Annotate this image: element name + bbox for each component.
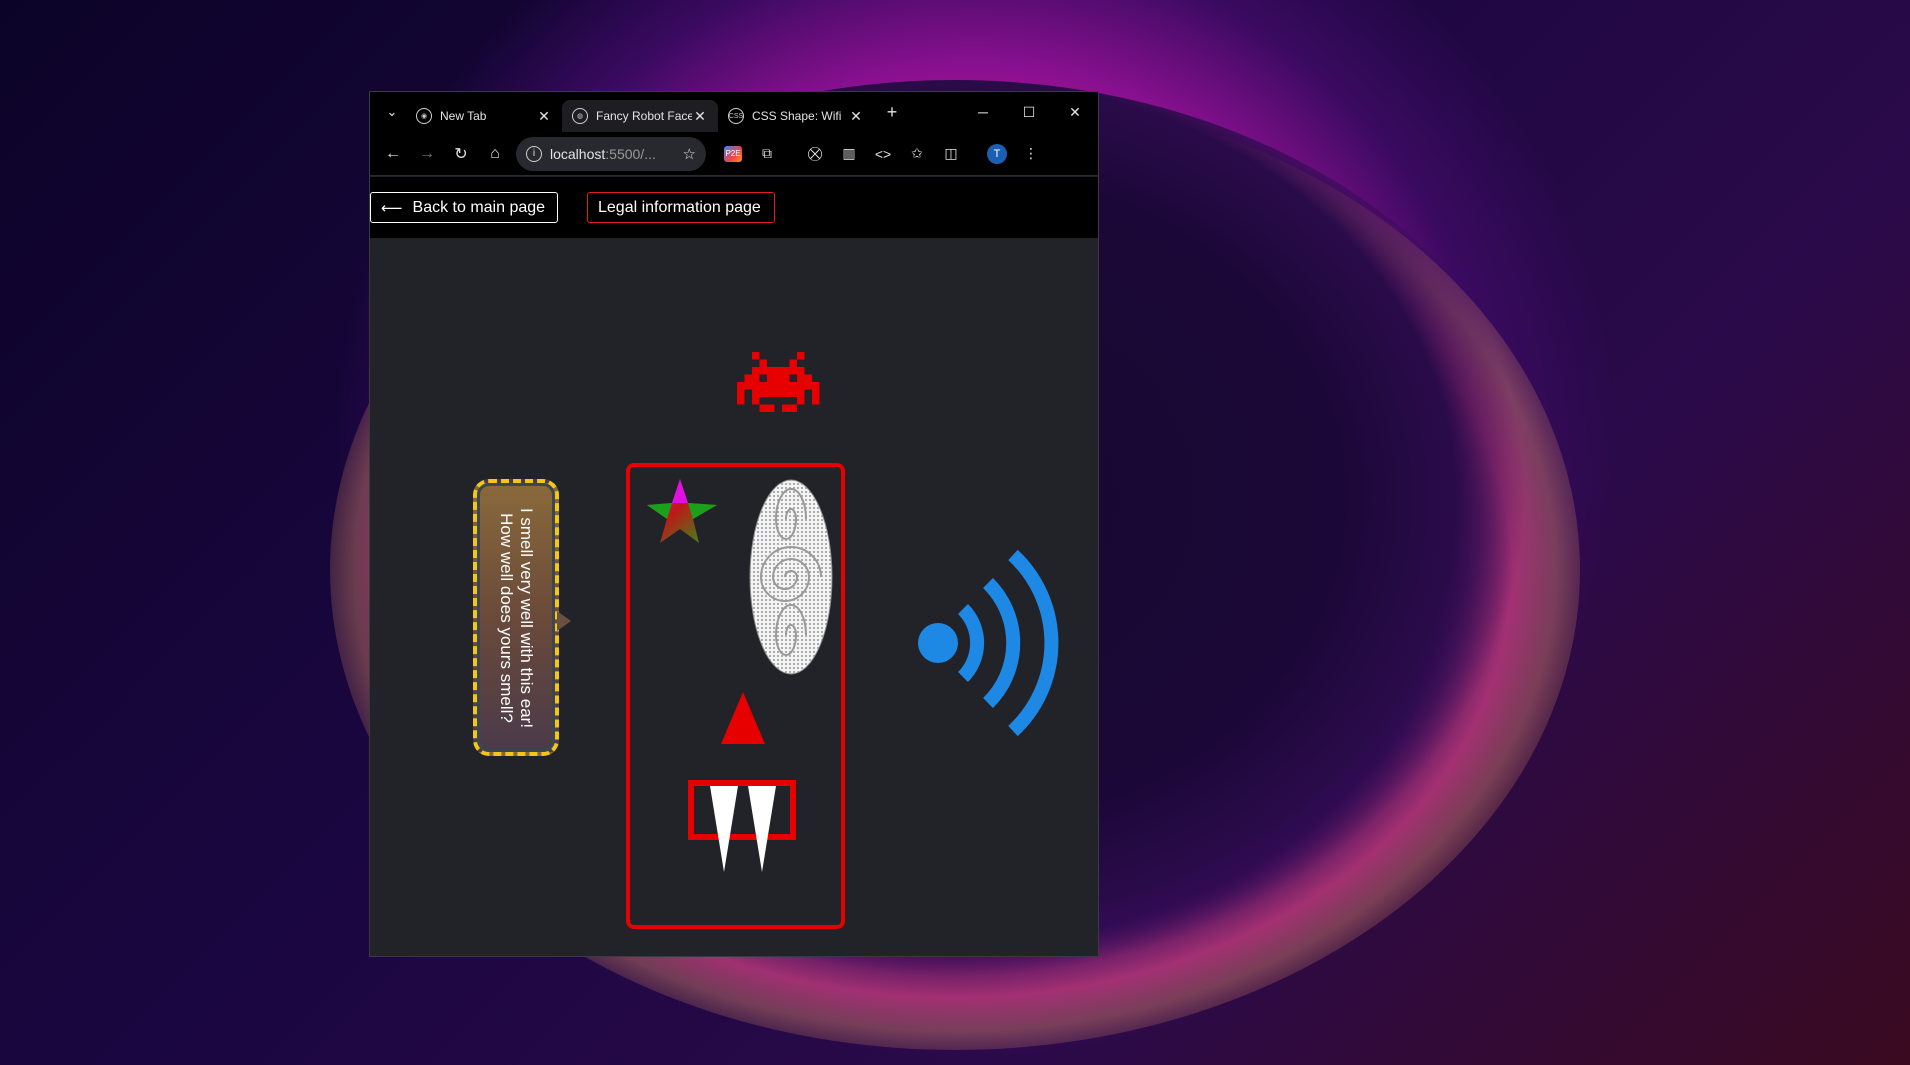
speech-bubble-text: I smell very well with this ear! How wel… bbox=[497, 507, 536, 728]
arrow-left-icon: ⟵ bbox=[381, 199, 403, 217]
swirl-eye-icon bbox=[749, 479, 833, 675]
tab-new-tab[interactable]: ◉ New Tab ✕ bbox=[406, 100, 562, 132]
address-bar[interactable]: i localhost:5500/... ☆ bbox=[516, 136, 706, 171]
star-plus-icon: ✩ bbox=[911, 145, 923, 161]
extensions-menu-button[interactable]: ⧉ bbox=[750, 137, 784, 171]
page-nav-bar: ⟵ Back to main page Legal information pa… bbox=[370, 177, 1098, 238]
legal-button-label: Legal information page bbox=[598, 198, 761, 216]
back-nav-button[interactable]: ← bbox=[376, 137, 410, 171]
code-icon: <> bbox=[874, 145, 892, 162]
reload-button[interactable]: ↻ bbox=[444, 137, 478, 171]
tab-title: New Tab bbox=[440, 109, 487, 123]
extension-button[interactable]: P2E bbox=[716, 137, 750, 171]
back-to-main-button[interactable]: ⟵ Back to main page bbox=[370, 192, 558, 223]
space-invader-icon bbox=[736, 352, 820, 412]
triangle-nose bbox=[721, 692, 765, 744]
incognito-icon: ⛒ bbox=[807, 145, 823, 161]
minimize-icon: ─ bbox=[978, 104, 988, 120]
close-icon[interactable]: ✕ bbox=[848, 108, 864, 125]
chrome-icon: ◉ bbox=[416, 108, 432, 124]
tab-title: Fancy Robot Face bbox=[596, 109, 692, 123]
tab-strip: ⌄ ◉ New Tab ✕ ◍ Fancy Robot Face ✕ CSS C… bbox=[370, 92, 1098, 132]
profile-button[interactable]: T bbox=[980, 137, 1014, 171]
css-icon: CSS bbox=[728, 108, 744, 124]
robot-face bbox=[626, 463, 845, 929]
close-icon: ✕ bbox=[1069, 103, 1081, 120]
fang-left bbox=[710, 786, 738, 872]
chevron-down-icon: ⌄ bbox=[386, 104, 398, 119]
close-window-button[interactable]: ✕ bbox=[1052, 92, 1098, 132]
minimize-button[interactable]: ─ bbox=[960, 92, 1006, 132]
browser-window: ⌄ ◉ New Tab ✕ ◍ Fancy Robot Face ✕ CSS C… bbox=[369, 91, 1099, 957]
wifi-ear-icon bbox=[918, 549, 1059, 737]
url-host: localhost bbox=[550, 145, 606, 162]
maximize-button[interactable]: ☐ bbox=[1006, 92, 1052, 132]
legal-info-button[interactable]: Legal information page bbox=[587, 192, 775, 223]
devtools-button[interactable]: <> bbox=[866, 137, 900, 171]
browser-toolbar: ← → ↻ ⌂ i localhost:5500/... ☆ P2E ⧉ ⛒ ▥… bbox=[370, 132, 1098, 176]
menu-button[interactable]: ⋮ bbox=[1014, 137, 1048, 171]
kebab-menu-icon: ⋮ bbox=[1024, 145, 1038, 161]
fang-right bbox=[748, 786, 776, 872]
arrow-right-icon: → bbox=[419, 144, 435, 162]
star-eye-icon bbox=[647, 479, 717, 543]
close-icon[interactable]: ✕ bbox=[692, 108, 708, 125]
globe-icon: ◍ bbox=[572, 108, 588, 124]
tab-fancy-robot-face[interactable]: ◍ Fancy Robot Face ✕ bbox=[562, 100, 718, 132]
puzzle-icon: ⧉ bbox=[762, 145, 772, 161]
speech-bubble-ear: I smell very well with this ear! How wel… bbox=[473, 479, 571, 756]
side-panel-button[interactable]: ◫ bbox=[934, 137, 968, 171]
url-rest: :5500/... bbox=[605, 145, 656, 162]
reload-icon: ↻ bbox=[454, 145, 468, 163]
reading-mode-button[interactable]: ▥ bbox=[832, 137, 866, 171]
side-panel-icon: ◫ bbox=[944, 145, 958, 161]
tab-title: CSS Shape: Wifi bbox=[752, 109, 842, 123]
home-button[interactable]: ⌂ bbox=[478, 137, 512, 171]
site-info-icon[interactable]: i bbox=[526, 145, 542, 162]
arrow-left-icon: ← bbox=[385, 144, 401, 162]
tab-search-button[interactable]: ⌄ bbox=[378, 98, 406, 126]
favorites-button[interactable]: ✩ bbox=[900, 137, 934, 171]
extension-icon: P2E bbox=[724, 145, 742, 162]
close-icon[interactable]: ✕ bbox=[536, 108, 552, 125]
home-icon: ⌂ bbox=[490, 144, 500, 162]
fanged-mouth bbox=[688, 780, 796, 872]
book-icon: ▥ bbox=[842, 145, 856, 161]
address-url: localhost:5500/... bbox=[550, 146, 683, 162]
window-controls: ─ ☐ ✕ bbox=[960, 92, 1098, 132]
bookmark-star-icon[interactable]: ☆ bbox=[683, 145, 696, 163]
speech-bubble-tail bbox=[557, 611, 571, 631]
page-viewport: ⟵ Back to main page Legal information pa… bbox=[370, 177, 1098, 956]
plus-icon: + bbox=[886, 101, 898, 122]
maximize-icon: ☐ bbox=[1022, 103, 1036, 120]
back-button-label: Back to main page bbox=[412, 198, 546, 216]
tab-css-shape-wifi[interactable]: CSS CSS Shape: Wifi ✕ bbox=[718, 100, 874, 132]
incognito-button[interactable]: ⛒ bbox=[798, 137, 832, 171]
forward-nav-button[interactable]: → bbox=[410, 137, 444, 171]
avatar: T bbox=[987, 143, 1007, 164]
new-tab-button[interactable]: + bbox=[878, 98, 906, 126]
